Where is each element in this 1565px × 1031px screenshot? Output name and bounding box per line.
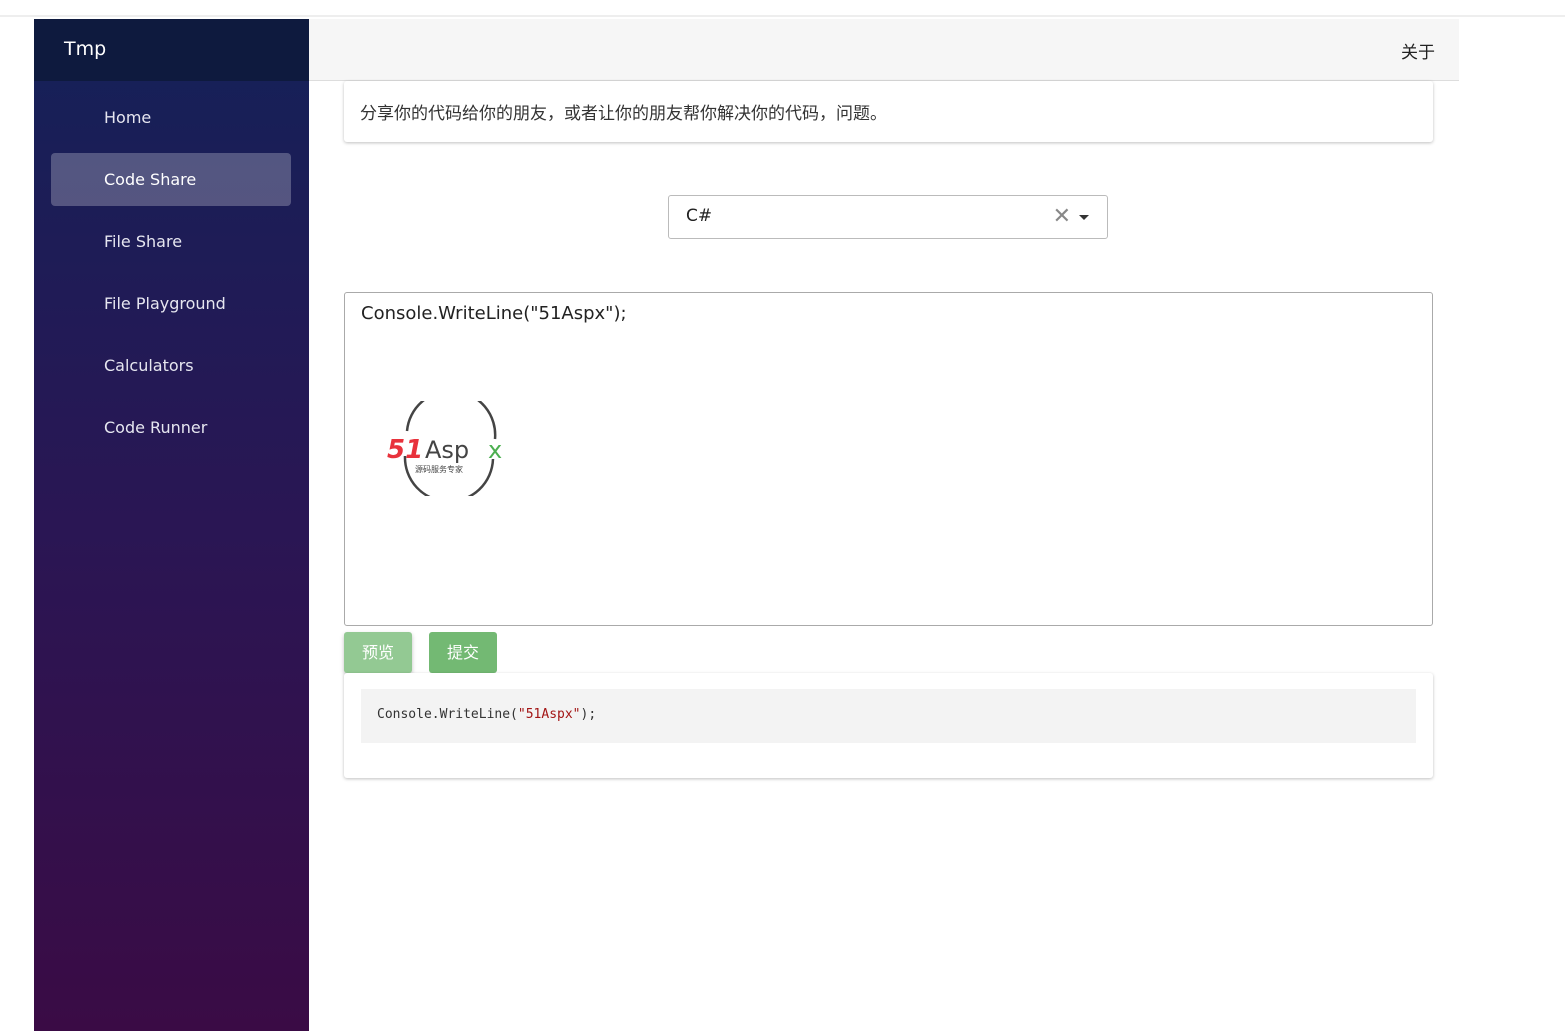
submit-button[interactable]: 提交 [429, 632, 497, 673]
clear-icon[interactable]: ✕ [1053, 204, 1071, 229]
sidebar-item-code-runner[interactable]: Code Runner [51, 401, 291, 454]
code-preview: Console.WriteLine("51Aspx"); [361, 689, 1416, 743]
sidebar-item-calculators[interactable]: Calculators [51, 339, 291, 392]
svg-text:源码服务专家: 源码服务专家 [415, 464, 463, 474]
svg-text:x: x [488, 436, 502, 464]
app-title[interactable]: Tmp [34, 19, 309, 81]
nav-menu: Home Code Share File Share File Playgrou… [34, 81, 309, 454]
top-bar: 关于 [309, 19, 1459, 81]
editor-text: Console.WriteLine("51Aspx"); [361, 303, 627, 324]
language-select[interactable]: C# ✕ [668, 195, 1108, 239]
chevron-down-icon[interactable] [1079, 215, 1089, 220]
sidebar-item-code-share[interactable]: Code Share [51, 153, 291, 206]
code-text-end: ); [580, 707, 597, 722]
intro-card: 分享你的代码给你的朋友，或者让你的朋友帮你解决你的代码，问题。 [344, 81, 1433, 142]
sidebar-item-home[interactable]: Home [51, 91, 291, 144]
51aspx-logo: 51 Asp x 源码服务专家 [387, 401, 502, 496]
browser-strip [0, 0, 1565, 17]
svg-text:Asp: Asp [425, 436, 469, 464]
sidebar: Tmp Home Code Share File Share File Play… [34, 19, 309, 1031]
code-text: Console.WriteLine( [377, 707, 518, 722]
output-card: Console.WriteLine("51Aspx"); [344, 673, 1433, 778]
sidebar-item-file-share[interactable]: File Share [51, 215, 291, 268]
svg-text:51: 51 [387, 435, 423, 465]
about-link[interactable]: 关于 [1401, 38, 1435, 63]
code-editor[interactable]: Console.WriteLine("51Aspx"); 51 Asp x 源码… [344, 292, 1433, 626]
code-string: "51Aspx" [517, 707, 581, 722]
preview-button[interactable]: 预览 [344, 632, 412, 673]
language-select-value: C# [686, 206, 713, 226]
sidebar-item-file-playground[interactable]: File Playground [51, 277, 291, 330]
